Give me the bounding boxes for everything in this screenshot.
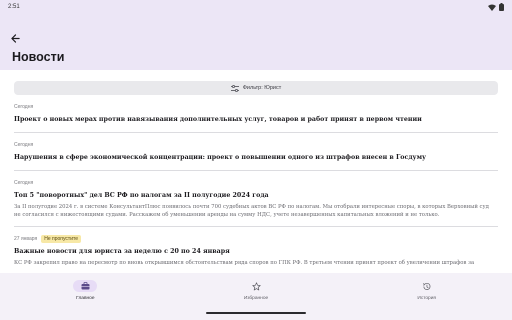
nav-pill	[244, 280, 268, 292]
briefcase-icon	[81, 282, 90, 290]
arrow-back-icon	[10, 33, 20, 43]
filter-icon	[230, 84, 239, 92]
nav-label: Главное	[76, 296, 95, 301]
news-badge: Не пропустите	[41, 235, 82, 244]
news-title[interactable]: Проект о новых мерах против навязывания …	[14, 116, 498, 123]
news-date: Сегодня	[14, 180, 34, 186]
battery-icon	[499, 3, 504, 11]
nav-label: Избранное	[243, 296, 269, 301]
wifi-icon	[488, 4, 496, 11]
news-item[interactable]: Сегодня Нарушения в сфере экономической …	[14, 133, 498, 170]
nav-pill	[73, 280, 98, 292]
news-item[interactable]: 27 января Не пропустите Важные новости д…	[14, 227, 498, 267]
news-title[interactable]: Важные новости для юриста за неделю с 20…	[14, 248, 498, 255]
nav-item-history[interactable]: История	[341, 273, 512, 320]
history-icon	[423, 282, 431, 290]
news-excerpt: За II полугодие 2024 г. в системе Консул…	[14, 204, 489, 219]
status-time: 2:51	[8, 4, 20, 10]
nav-pill	[415, 280, 439, 292]
nav-label: История	[417, 296, 436, 301]
news-date: Сегодня	[14, 104, 34, 110]
filter-button[interactable]: Фильтр: Юрист	[14, 81, 498, 95]
filter-label: Фильтр: Юрист	[242, 85, 282, 91]
news-date: 27 января	[14, 236, 38, 243]
page-title: Новости	[12, 50, 65, 64]
news-date: Сегодня	[14, 142, 34, 148]
status-bar: 2:51	[0, 0, 512, 14]
home-indicator	[206, 312, 306, 314]
news-item[interactable]: Сегодня Топ 5 "поворотных" дел ВС РФ по …	[14, 171, 498, 226]
nav-item-main[interactable]: Главное	[0, 273, 171, 320]
star-icon	[251, 281, 261, 290]
news-title[interactable]: Топ 5 "поворотных" дел ВС РФ по налогам …	[14, 192, 498, 199]
news-title[interactable]: Нарушения в сфере экономической концентр…	[14, 154, 498, 161]
news-item[interactable]: Сегодня Проект о новых мерах против навя…	[14, 104, 498, 132]
news-date-row: 27 января Не пропустите	[14, 235, 498, 244]
status-icons	[488, 3, 504, 11]
news-excerpt: КС РФ закрепил право на пересмотр по вно…	[14, 260, 475, 267]
back-button[interactable]	[6, 30, 24, 46]
news-list: Сегодня Проект о новых мерах против навя…	[14, 104, 498, 267]
filter-bar: Фильтр: Юрист	[14, 81, 498, 95]
app-bar: Новости	[0, 14, 512, 70]
